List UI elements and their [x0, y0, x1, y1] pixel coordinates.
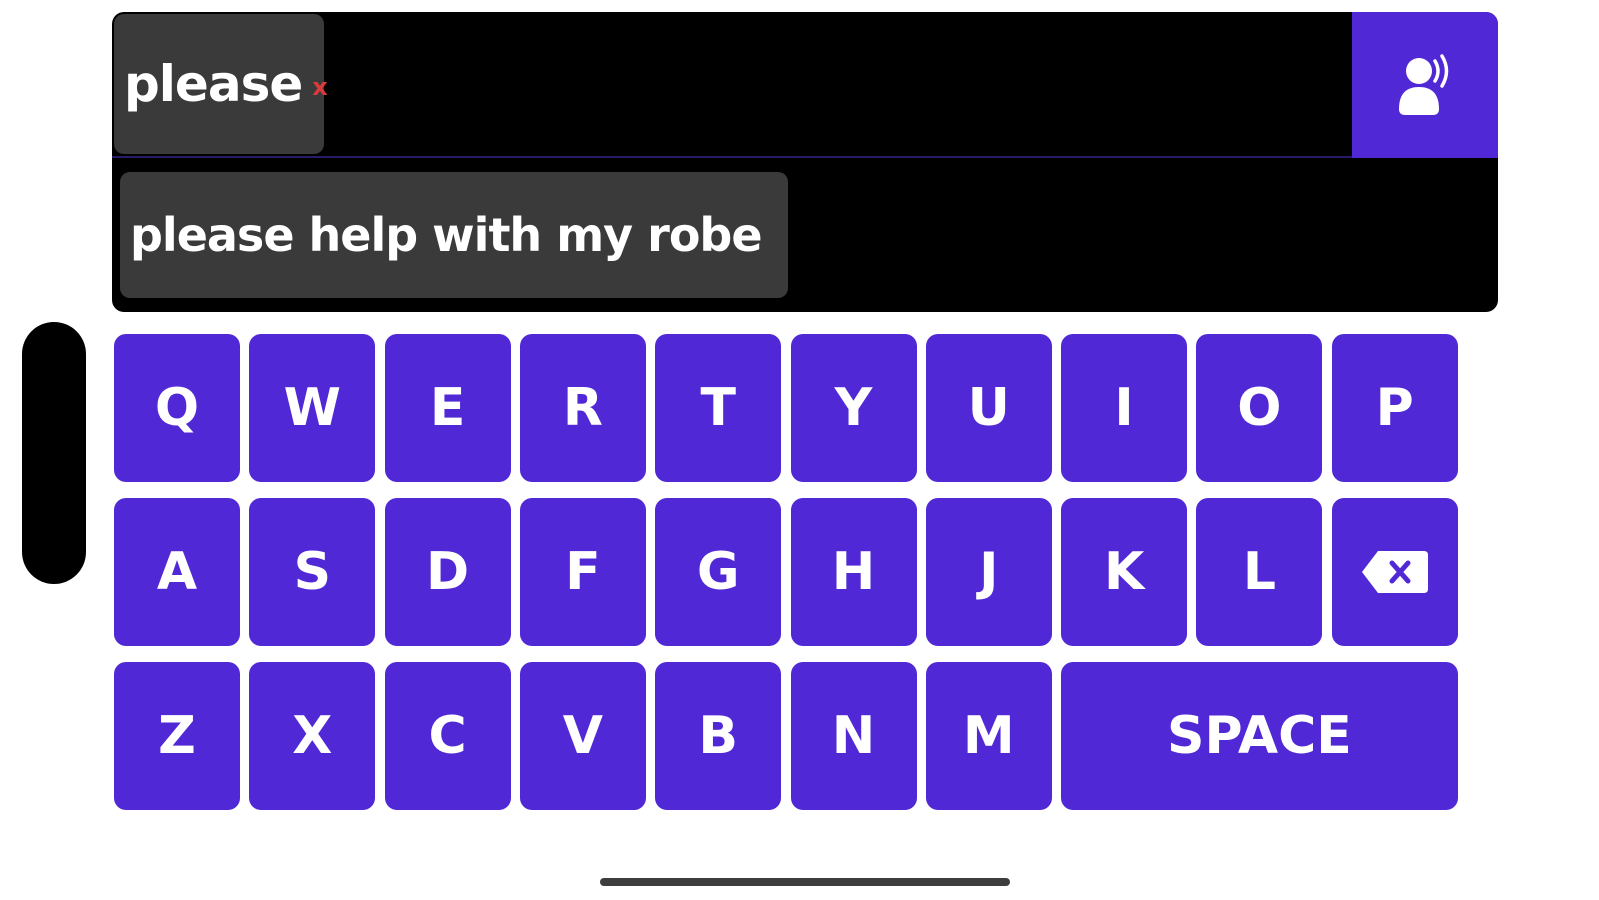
- key-m[interactable]: M: [925, 662, 1052, 810]
- key-z[interactable]: Z: [114, 662, 240, 810]
- backspace-key[interactable]: [1331, 498, 1458, 646]
- key-q[interactable]: Q: [114, 334, 240, 482]
- word-chip[interactable]: please x: [114, 14, 328, 154]
- remove-word-button[interactable]: x: [312, 73, 327, 101]
- home-indicator[interactable]: [600, 878, 1010, 886]
- key-f[interactable]: F: [519, 498, 646, 646]
- key-r[interactable]: R: [519, 334, 646, 482]
- speak-button[interactable]: [1352, 12, 1498, 158]
- key-x[interactable]: X: [249, 662, 376, 810]
- key-j[interactable]: J: [925, 498, 1052, 646]
- key-c[interactable]: C: [384, 662, 511, 810]
- key-a[interactable]: A: [114, 498, 240, 646]
- key-y[interactable]: Y: [790, 334, 917, 482]
- key-v[interactable]: V: [519, 662, 646, 810]
- key-k[interactable]: K: [1061, 498, 1188, 646]
- screen: please x please help with my robe QWERTY…: [0, 0, 1599, 900]
- suggestion-text: please help with my robe: [130, 208, 763, 262]
- key-s[interactable]: S: [249, 498, 376, 646]
- backspace-icon: [1361, 551, 1428, 593]
- key-u[interactable]: U: [925, 334, 1052, 482]
- key-t[interactable]: T: [655, 334, 782, 482]
- space-key[interactable]: SPACE: [1061, 662, 1458, 810]
- side-handle[interactable]: [22, 322, 86, 584]
- key-g[interactable]: G: [655, 498, 782, 646]
- message-panel: please x please help with my robe: [112, 12, 1498, 312]
- message-input[interactable]: please x: [112, 12, 1498, 158]
- key-d[interactable]: D: [384, 498, 511, 646]
- key-w[interactable]: W: [249, 334, 376, 482]
- suggestion-item[interactable]: please help with my robe: [120, 172, 788, 298]
- key-n[interactable]: N: [790, 662, 917, 810]
- key-l[interactable]: L: [1196, 498, 1323, 646]
- key-e[interactable]: E: [384, 334, 511, 482]
- key-o[interactable]: O: [1196, 334, 1323, 482]
- key-p[interactable]: P: [1331, 334, 1458, 482]
- word-chip-label: please: [124, 55, 303, 113]
- speaker-person-icon: [1399, 54, 1449, 115]
- key-b[interactable]: B: [655, 662, 782, 810]
- key-h[interactable]: H: [790, 498, 917, 646]
- keyboard: Q W E R T Y U I O P A S D F G H J K L Z X C V B N M SPACE: [114, 334, 1498, 824]
- key-i[interactable]: I: [1061, 334, 1188, 482]
